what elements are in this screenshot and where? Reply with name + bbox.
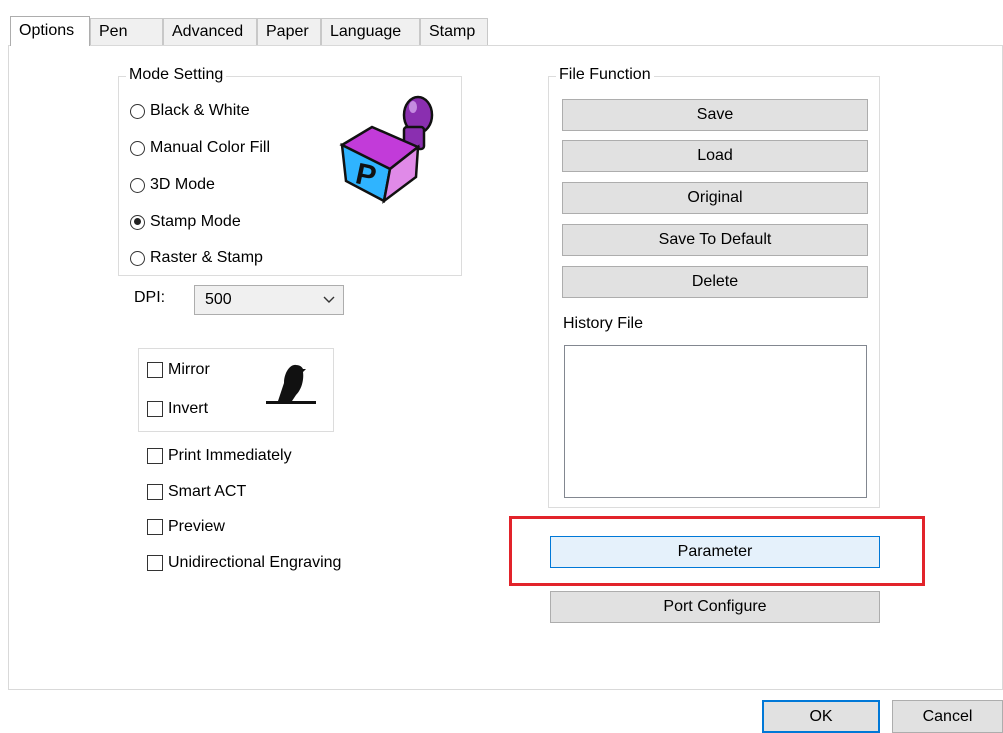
checkbox-icon[interactable] xyxy=(147,362,163,378)
tab-options[interactable]: Options xyxy=(10,16,90,46)
tab-pen[interactable]: Pen xyxy=(90,18,163,46)
checkbox-label: Unidirectional Engraving xyxy=(168,554,342,571)
radio-label: Manual Color Fill xyxy=(150,139,271,156)
checkbox-label: Mirror xyxy=(168,361,210,378)
chevron-down-icon[interactable] xyxy=(323,293,335,305)
file-function-title: File Function xyxy=(556,66,654,84)
checkbox-invert[interactable]: Invert xyxy=(147,398,208,420)
checkbox-print-immediately[interactable]: Print Immediately xyxy=(147,445,292,467)
radio-label: 3D Mode xyxy=(150,176,215,193)
dpi-value: 500 xyxy=(205,291,232,308)
radio-icon[interactable] xyxy=(130,140,145,156)
tab-language[interactable]: Language xyxy=(321,18,420,46)
port-configure-button[interactable]: Port Configure xyxy=(550,591,880,623)
checkbox-label: Preview xyxy=(168,518,225,535)
checkbox-label: Print Immediately xyxy=(168,447,292,464)
radio-label: Stamp Mode xyxy=(150,213,241,230)
checkbox-icon[interactable] xyxy=(147,401,163,417)
radio-raster-stamp[interactable]: Raster & Stamp xyxy=(130,247,263,269)
save-to-default-button[interactable]: Save To Default xyxy=(562,224,868,256)
checkbox-icon[interactable] xyxy=(147,448,163,464)
original-button[interactable]: Original xyxy=(562,182,868,214)
checkbox-mirror[interactable]: Mirror xyxy=(147,359,210,381)
checkbox-label: Invert xyxy=(168,400,209,417)
history-file-label: History File xyxy=(563,315,644,332)
radio-icon[interactable] xyxy=(130,250,145,266)
tab-paper[interactable]: Paper xyxy=(257,18,321,46)
radio-icon[interactable] xyxy=(130,103,145,119)
cancel-button[interactable]: Cancel xyxy=(892,700,1003,733)
parameter-button[interactable]: Parameter xyxy=(550,536,880,568)
radio-icon[interactable] xyxy=(130,177,145,193)
radio-selected-icon[interactable] xyxy=(130,214,145,230)
checkbox-icon[interactable] xyxy=(147,555,163,571)
radio-black-white[interactable]: Black & White xyxy=(130,100,250,122)
load-button[interactable]: Load xyxy=(562,140,868,172)
checkbox-preview[interactable]: Preview xyxy=(147,516,225,538)
stamp-mode-icon: P xyxy=(339,95,434,204)
save-button[interactable]: Save xyxy=(562,99,868,131)
dpi-label: DPI: xyxy=(134,289,166,306)
radio-label: Black & White xyxy=(150,102,250,119)
delete-button[interactable]: Delete xyxy=(562,266,868,298)
mode-setting-title: Mode Setting xyxy=(126,66,227,84)
checkbox-smart-act[interactable]: Smart ACT xyxy=(147,481,246,503)
radio-stamp-mode[interactable]: Stamp Mode xyxy=(130,211,241,233)
history-file-list[interactable] xyxy=(564,345,867,498)
checkbox-icon[interactable] xyxy=(147,519,163,535)
bird-icon xyxy=(266,364,316,404)
radio-label: Raster & Stamp xyxy=(150,249,263,266)
checkbox-unidirectional-engraving[interactable]: Unidirectional Engraving xyxy=(147,552,341,574)
tab-stamp[interactable]: Stamp xyxy=(420,18,488,46)
dpi-dropdown[interactable]: 500 xyxy=(194,285,344,315)
tab-advanced[interactable]: Advanced xyxy=(163,18,257,46)
ok-button[interactable]: OK xyxy=(762,700,880,733)
radio-manual-color-fill[interactable]: Manual Color Fill xyxy=(130,137,270,159)
radio-3d-mode[interactable]: 3D Mode xyxy=(130,174,215,196)
checkbox-label: Smart ACT xyxy=(168,483,247,500)
checkbox-icon[interactable] xyxy=(147,484,163,500)
